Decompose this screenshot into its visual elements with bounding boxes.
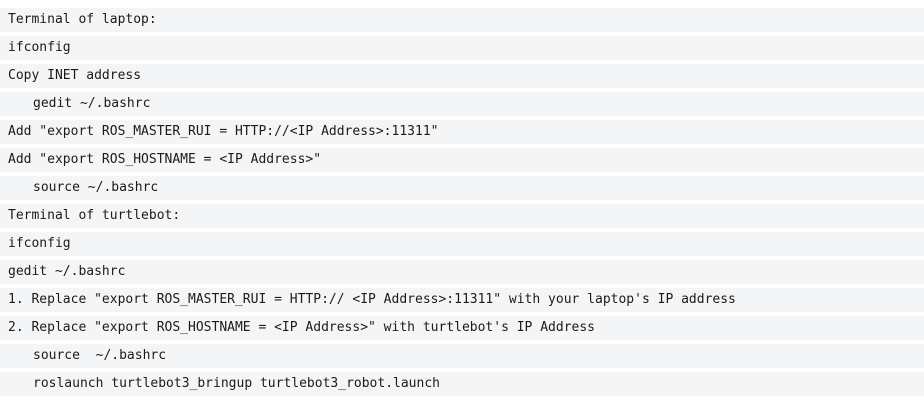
code-line: ifconfig <box>0 232 924 256</box>
code-line: Terminal of laptop: <box>0 8 924 32</box>
code-line: roslaunch turtlebot3_bringup turtlebot3_… <box>0 372 924 396</box>
code-line: 2. Replace "export ROS_HOSTNAME = <IP Ad… <box>0 316 924 340</box>
code-line: Copy INET address <box>0 64 924 88</box>
code-line: Add "export ROS_MASTER_RUI = HTTP://<IP … <box>0 120 924 144</box>
code-line: source ~/.bashrc <box>0 344 924 368</box>
code-line: 1. Replace "export ROS_MASTER_RUI = HTTP… <box>0 288 924 312</box>
code-line: gedit ~/.bashrc <box>0 260 924 284</box>
code-line: Terminal of turtlebot: <box>0 204 924 228</box>
code-line: source ~/.bashrc <box>0 176 924 200</box>
code-line: ifconfig <box>0 36 924 60</box>
code-line: Add "export ROS_HOSTNAME = <IP Address>" <box>0 148 924 172</box>
code-document: Terminal of laptop: ifconfig Copy INET a… <box>0 8 924 400</box>
code-line: gedit ~/.bashrc <box>0 92 924 116</box>
